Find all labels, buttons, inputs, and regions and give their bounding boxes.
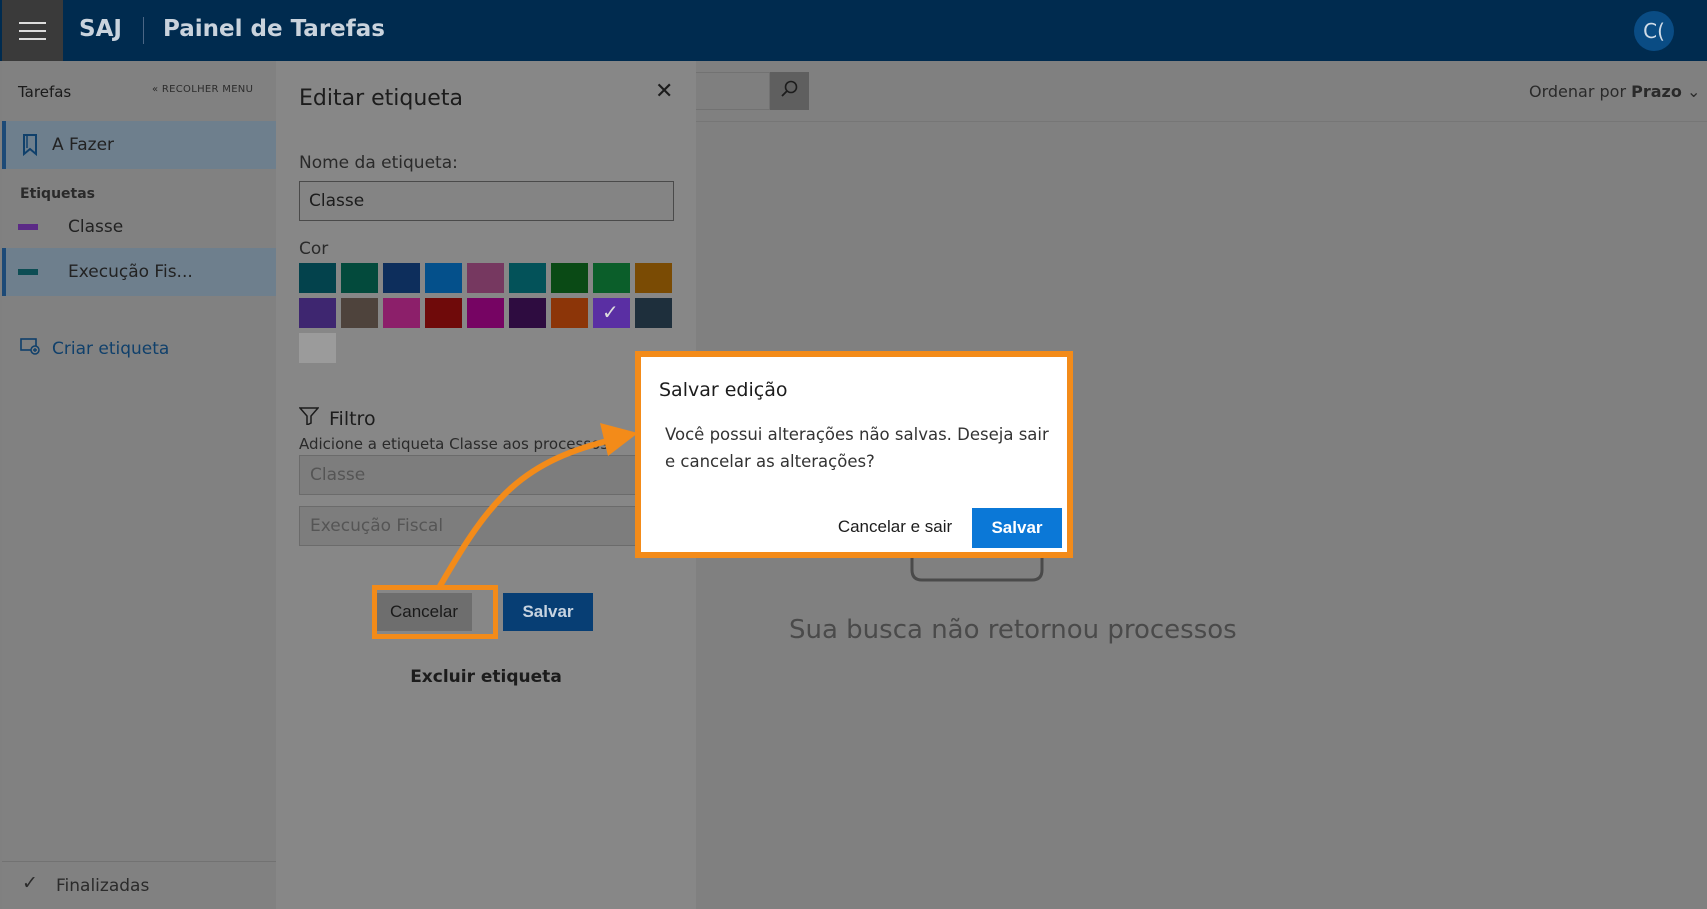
app-title: Painel de Tarefas [163,16,385,42]
color-swatch-option[interactable] [383,263,420,293]
empty-state-message: Sua busca não retornou processos [789,615,1237,645]
collapse-menu-label: RECOLHER MENU [161,84,254,95]
search-icon [780,80,799,102]
color-swatch-option[interactable] [299,333,336,363]
color-swatch-option[interactable] [593,263,630,293]
sort-value: Prazo [1631,82,1682,101]
brand-divider [143,17,144,44]
create-tag-link[interactable]: Criar etiqueta [20,337,169,360]
funnel-icon [298,407,320,430]
sidebar-item-label: Finalizadas [56,876,150,896]
tag-name-input[interactable]: Classe [299,181,674,221]
color-swatch-option[interactable] [593,298,630,328]
user-avatar[interactable]: C( [1634,11,1674,51]
sort-prefix: Ordenar por [1529,82,1627,101]
tag-color-swatch [18,224,38,230]
filter-title-label: Filtro [329,407,376,430]
filter-value-input[interactable]: Execução Fiscal [299,506,674,546]
sidebar-item-tag-classe[interactable]: Classe [2,203,276,251]
sidebar: Tarefas « RECOLHER MENU A Fazer Etiqueta… [2,61,276,909]
header-divider [696,121,1707,122]
check-icon: ✓ [22,872,38,894]
sidebar-item-finished[interactable]: ✓ Finalizadas [2,861,276,909]
sidebar-title: Tarefas [18,83,72,101]
sidebar-item-label: Execução Fis... [68,262,193,282]
collapse-menu-button[interactable]: « RECOLHER MENU [152,84,253,95]
create-tag-label: Criar etiqueta [52,338,170,359]
search-button[interactable] [770,72,809,110]
color-swatch-option[interactable] [425,263,462,293]
color-swatch-option[interactable] [509,298,546,328]
cancel-highlight-annotation [372,585,498,639]
search-input[interactable] [696,72,770,110]
chevron-down-icon: ⌄ [1686,82,1701,101]
filter-section-title: Filtro [298,407,376,430]
color-label: Cor [299,239,329,259]
filter-description: Adicione a etiqueta Classe aos processos [299,435,609,453]
delete-tag-link[interactable]: Excluir etiqueta [276,667,696,687]
color-swatch-option[interactable] [635,298,672,328]
color-swatch-option[interactable] [341,263,378,293]
panel-title: Editar etiqueta [299,86,463,111]
color-swatch-option[interactable] [551,263,588,293]
color-swatch-option[interactable] [635,263,672,293]
color-palette [299,263,679,363]
color-swatch-option[interactable] [383,298,420,328]
sort-dropdown[interactable]: Ordenar por Prazo ⌄ [1529,82,1700,101]
save-button[interactable]: Salvar [503,593,593,631]
color-swatch-option[interactable] [551,298,588,328]
close-icon: ✕ [655,79,674,104]
tag-color-swatch [18,269,38,275]
brand-logo[interactable]: SAJ [79,16,122,42]
tag-name-label: Nome da etiqueta: [299,153,458,173]
dialog-title: Salvar edição [659,379,788,401]
sidebar-item-tag-execucao[interactable]: Execução Fis... [2,248,276,296]
color-swatch-option[interactable] [299,298,336,328]
menu-button[interactable] [2,0,63,61]
edit-tag-panel: Editar etiqueta ✕ Nome da etiqueta: Clas… [276,61,696,909]
sidebar-item-label: A Fazer [52,135,115,155]
filter-class-input[interactable]: Classe [299,455,674,495]
sidebar-item-todo[interactable]: A Fazer [2,121,276,169]
color-swatch-option[interactable] [425,298,462,328]
color-swatch-option[interactable] [341,298,378,328]
color-swatch-option[interactable] [299,263,336,293]
sidebar-item-label: Classe [68,217,124,237]
cancel-and-exit-button[interactable]: Cancelar e sair [825,507,965,547]
bookmark-icon [22,134,38,160]
color-swatch-option[interactable] [509,263,546,293]
chevrons-left-icon: « [152,84,159,95]
dialog-save-button[interactable]: Salvar [972,508,1062,548]
dialog-message: Você possui alterações não salvas. Desej… [665,425,1049,471]
color-swatch-option[interactable] [467,263,504,293]
close-panel-button[interactable]: ✕ [655,79,673,104]
tags-section-label: Etiquetas [20,186,96,202]
add-tag-icon [20,337,40,360]
color-swatch-option[interactable] [467,298,504,328]
top-bar: SAJ Painel de Tarefas C( [0,0,1707,61]
